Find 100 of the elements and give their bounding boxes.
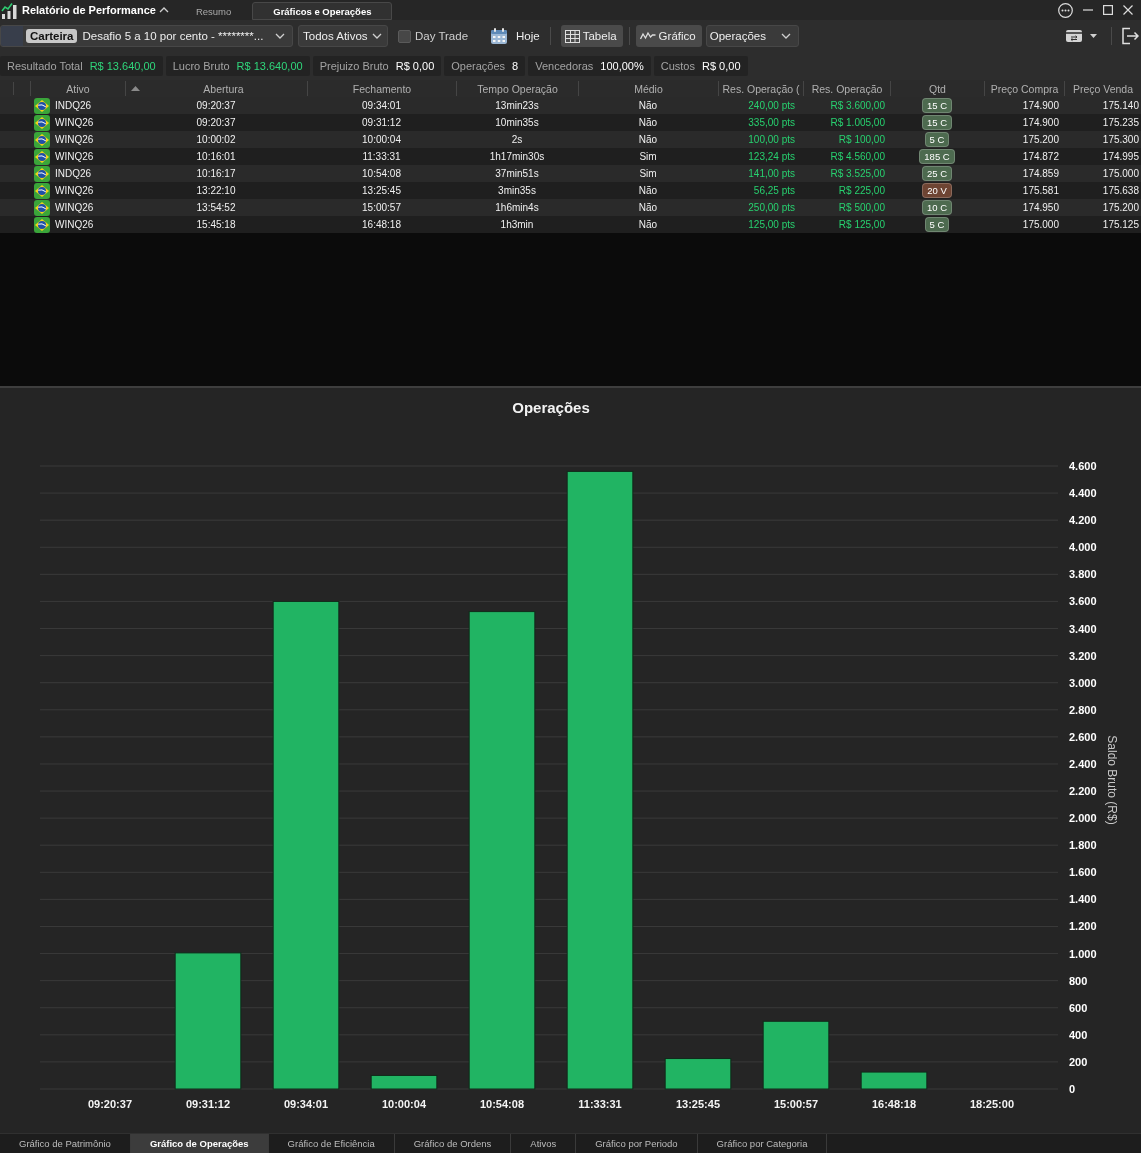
chart-bar	[762, 1020, 830, 1090]
view-tab[interactable]: Gráficos e Operações	[252, 2, 393, 20]
quantity-badge: 25 C	[921, 166, 953, 181]
duration: 2s	[511, 134, 523, 145]
result-points: 335,00 pts	[748, 117, 795, 128]
table-row[interactable]: WINQ26 09:20:37 09:31:12 10min35s Não 335,00 pts R$ 1.005,00 15 C 174.900 175.235	[0, 114, 1141, 131]
buy-price: 174.900	[1022, 100, 1059, 111]
chevron-down-icon	[275, 33, 285, 39]
summary-label: Prejuizo Bruto	[319, 60, 389, 72]
y-axis-label: 400	[1069, 1028, 1088, 1041]
duration: 13min23s	[495, 100, 539, 111]
chevron-down-icon	[371, 33, 382, 39]
column-header[interactable]: Preço Compra	[984, 81, 1064, 96]
flag-icon	[34, 114, 50, 131]
portfolio-dropdown[interactable]: Carteira Desafio 5 a 10 por cento - ********...	[0, 25, 293, 47]
buy-price: 174.900	[1022, 117, 1059, 128]
column-header[interactable]: Ativo	[30, 81, 125, 96]
calendar-icon	[490, 27, 509, 45]
summary-label: Resultado Total	[7, 60, 83, 72]
column-header[interactable]: Médio	[578, 81, 718, 96]
summary-value: 100,00%	[600, 60, 644, 72]
column-header[interactable]: Abertura	[125, 81, 307, 96]
chart-tab[interactable]: Gráfico de Operações	[130, 1134, 269, 1153]
table-row[interactable]: WINQ26 10:00:02 10:00:04 2s Não 100,00 pts R$ 100,00 5 C 175.200 175.300	[0, 131, 1141, 148]
checkbox[interactable]	[398, 29, 411, 43]
summary-label: Operações	[451, 60, 506, 72]
y-axis-label: 3.600	[1069, 595, 1097, 608]
average-price-value: Não	[638, 202, 658, 213]
chart-tab[interactable]: Gráfico por Categoria	[697, 1134, 828, 1153]
column-header[interactable]: Res. Operação (	[718, 81, 803, 96]
chart-bar	[860, 1071, 928, 1090]
x-axis-label: 18:25:00	[970, 1098, 1014, 1110]
column-header[interactable]: Preço Venda	[1064, 81, 1141, 96]
sell-price: 175.000	[1102, 168, 1139, 179]
result-amount: R$ 3.525,00	[830, 168, 885, 179]
result-amount: R$ 225,00	[838, 185, 885, 196]
buy-price: 175.581	[1022, 185, 1059, 196]
open-time: 15:45:18	[196, 219, 236, 230]
y-axis-label: 4.200	[1069, 514, 1097, 527]
more-options-icon[interactable]	[1058, 2, 1073, 18]
close-icon[interactable]	[1123, 5, 1133, 15]
average-price-value: Não	[638, 185, 658, 196]
maximize-icon[interactable]	[1103, 5, 1113, 15]
chart-tab[interactable]: Gráfico de Patrimônio	[0, 1134, 131, 1153]
summary-label: Vencedoras	[535, 60, 594, 72]
y-axis-title: Saldo Bruto (R$)	[1105, 735, 1119, 825]
chart-type-dropdown[interactable]: Operações	[705, 25, 799, 47]
close-time: 09:31:12	[362, 117, 401, 128]
x-axis-label: 15:00:57	[774, 1098, 818, 1110]
table-row[interactable]: INDQ26 09:20:37 09:34:01 13min23s Não 240,00 pts R$ 3.600,00 15 C 174.900 175.140	[0, 97, 1141, 114]
sell-price: 175.638	[1102, 185, 1139, 196]
summary-value: R$ 13.640,00	[89, 60, 156, 72]
card-icon[interactable]	[1066, 30, 1082, 42]
portfolio-value: Desafio 5 a 10 por cento - ********...	[82, 30, 265, 42]
view-toggle-button[interactable]: Gráfico	[635, 25, 702, 47]
y-axis-label: 3.400	[1069, 622, 1097, 635]
duration: 37min51s	[495, 168, 539, 179]
table-row[interactable]: WINQ26 13:54:52 15:00:57 1h6min4s Não 250,00 pts R$ 500,00 10 C 174.950 175.200	[0, 199, 1141, 216]
table-row[interactable]: INDQ26 10:16:17 10:54:08 37min51s Sim 141,00 pts R$ 3.525,00 25 C 174.859 175.000	[0, 165, 1141, 182]
open-time: 10:16:01	[196, 151, 236, 162]
flag-icon	[34, 199, 50, 216]
y-axis-label: 1.000	[1069, 947, 1097, 960]
column-header[interactable]: Fechamento	[307, 81, 456, 96]
average-price-value: Não	[638, 117, 658, 128]
table-row[interactable]: WINQ26 15:45:18 16:48:18 1h3min Não 125,00 pts R$ 125,00 5 C 175.000 175.125	[0, 216, 1141, 233]
y-axis-label: 3.800	[1069, 568, 1097, 581]
flag-icon	[34, 216, 50, 233]
asset-name: WINQ26	[55, 151, 94, 162]
chart-tab[interactable]: Gráfico de Ordens	[394, 1134, 512, 1153]
close-time: 11:33:31	[362, 151, 401, 162]
close-time: 10:54:08	[362, 168, 401, 179]
summary-value: R$ 0,00	[702, 60, 741, 72]
flag-icon	[34, 182, 50, 199]
column-header[interactable]: Tempo Operação	[456, 81, 578, 96]
view-tab[interactable]: Resumo	[174, 2, 253, 20]
summary-value: 8	[512, 60, 519, 72]
y-axis-label: 3.200	[1069, 649, 1097, 662]
chart-tab[interactable]: Gráfico de Eficiência	[268, 1134, 395, 1153]
column-header[interactable]: Res. Operação	[803, 81, 890, 96]
chart-tab[interactable]: Ativos	[511, 1134, 577, 1153]
table-row[interactable]: WINQ26 10:16:01 11:33:31 1h17min30s Sim 123,24 pts R$ 4.560,00 185 C 174.872 174.995	[0, 148, 1141, 165]
y-axis-label: 1.800	[1069, 839, 1097, 852]
date-button[interactable]: Hoje	[490, 27, 540, 45]
sell-price: 175.125	[1102, 219, 1139, 230]
y-axis-label: 2.600	[1069, 730, 1097, 743]
asset-filter-dropdown[interactable]: Todos Ativos	[298, 25, 388, 47]
chevron-up-icon[interactable]	[158, 7, 169, 13]
average-price-value: Não	[638, 100, 658, 111]
summary-value: R$ 13.640,00	[236, 60, 303, 72]
exit-icon[interactable]	[1121, 27, 1139, 45]
open-time: 10:00:02	[196, 134, 236, 145]
column-header[interactable]: Qtd	[890, 81, 984, 96]
view-toggle-button[interactable]: Tabela	[560, 25, 623, 47]
result-points: 240,00 pts	[748, 100, 795, 111]
close-time: 16:48:18	[362, 219, 401, 230]
x-axis-label: 10:00:04	[382, 1098, 426, 1110]
table-row[interactable]: WINQ26 13:22:10 13:25:45 3min35s Não 56,25 pts R$ 225,00 20 V 175.581 175.638	[0, 182, 1141, 199]
chart-tab[interactable]: Gráfico por Periodo	[576, 1134, 698, 1153]
quantity-badge: 20 V	[922, 183, 952, 198]
caret-down-icon[interactable]	[1090, 34, 1097, 38]
